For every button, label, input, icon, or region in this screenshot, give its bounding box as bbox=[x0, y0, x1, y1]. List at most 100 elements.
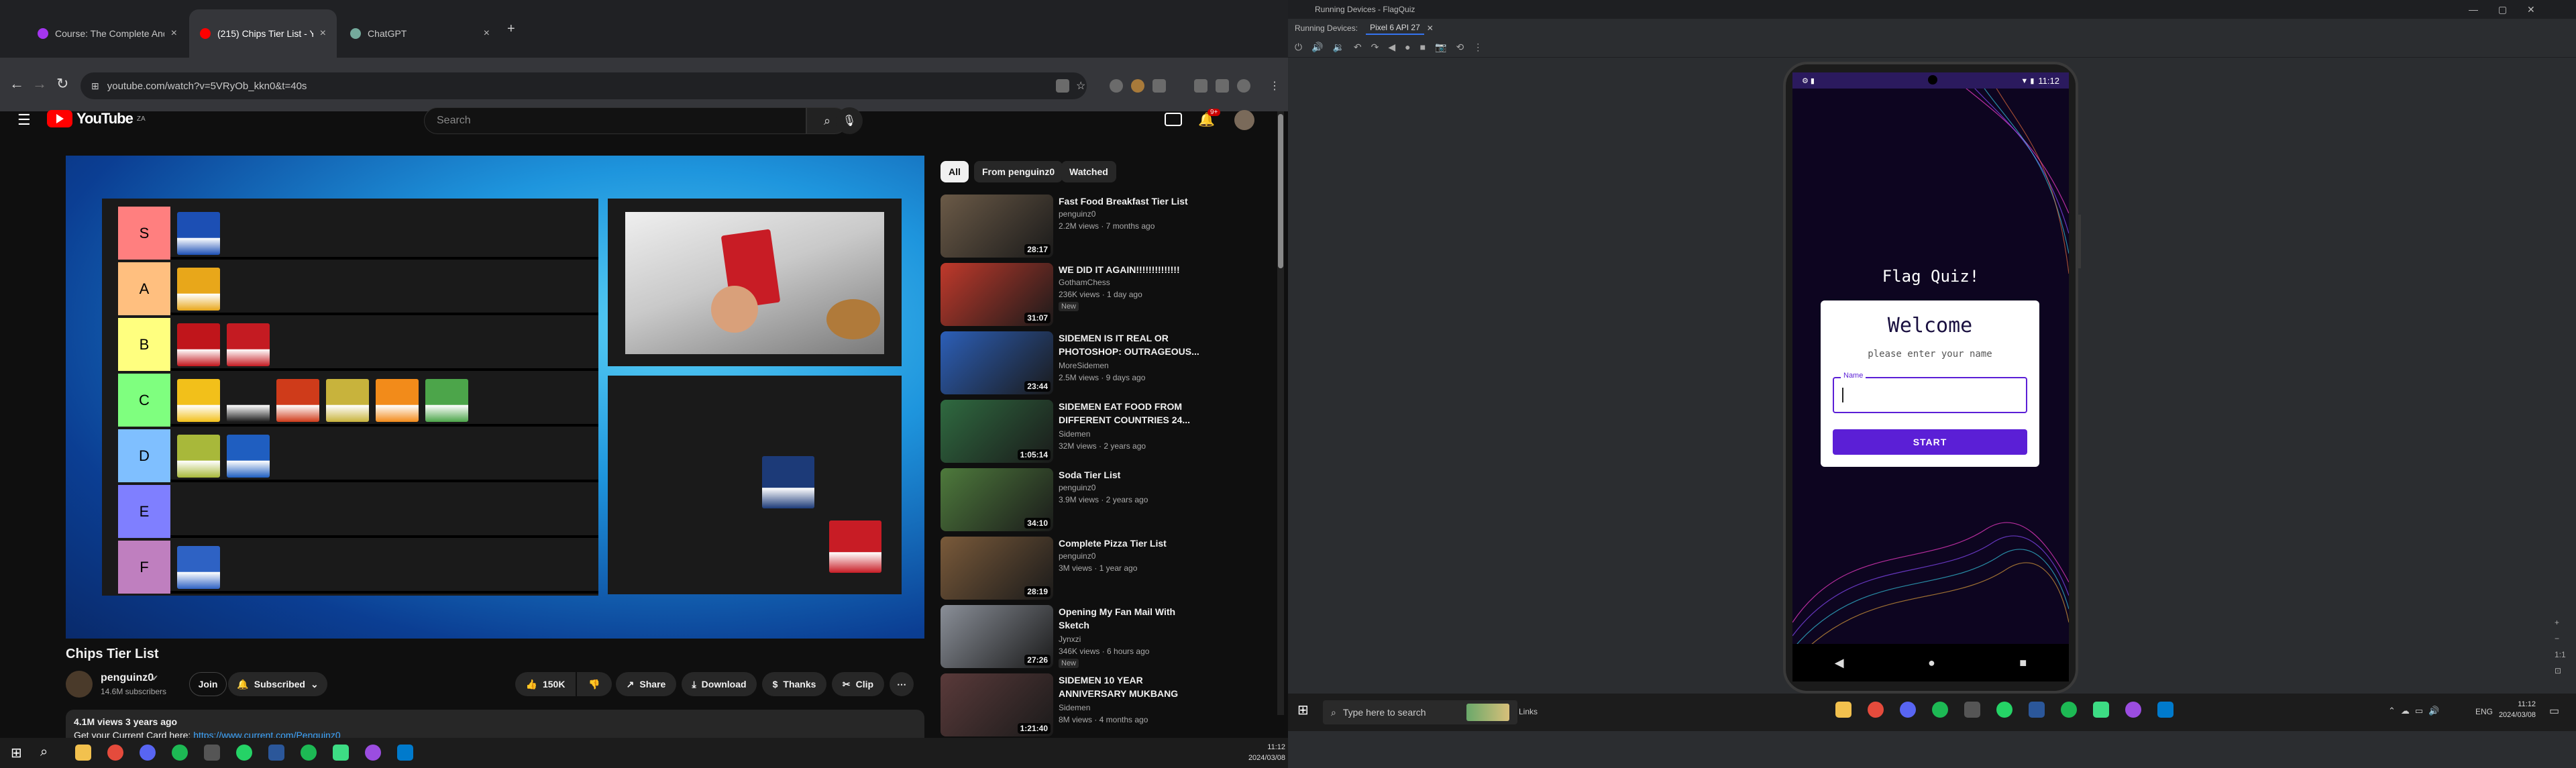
side-panel-icon[interactable] bbox=[1216, 79, 1229, 93]
chip-bag-icon[interactable] bbox=[177, 546, 220, 589]
zoom-controls[interactable]: + −1:1 ⊡ bbox=[2555, 614, 2566, 679]
spotify-icon[interactable] bbox=[301, 745, 317, 761]
url-bar[interactable]: ⊞ youtube.com/watch?v=5VRyOb_kkn0&t=40s bbox=[80, 72, 1087, 99]
word-icon[interactable] bbox=[2029, 702, 2045, 718]
taskbar-search-input[interactable]: ⌕ Type here to search bbox=[1323, 700, 1517, 724]
recommended-video[interactable]: 27:26 Opening My Fan Mail With Sketch Jynx… bbox=[941, 605, 1263, 672]
windows-start-icon[interactable]: ⊞ bbox=[11, 745, 22, 761]
dislike-button[interactable]: 👎 bbox=[577, 672, 612, 696]
chip-bag-icon[interactable] bbox=[177, 268, 220, 311]
profile-avatar-icon[interactable] bbox=[1237, 79, 1250, 93]
video-thumbnail[interactable]: 1:05:14 bbox=[941, 400, 1053, 463]
filter-chip-from-channel[interactable]: From penguinz0 bbox=[974, 161, 1063, 182]
file-explorer-icon[interactable] bbox=[75, 745, 91, 761]
chip-bag-icon[interactable] bbox=[276, 379, 319, 422]
chip-bag-icon[interactable] bbox=[376, 379, 419, 422]
voice-search-mic-icon[interactable]: 🎙 bbox=[836, 107, 863, 134]
app-icon[interactable] bbox=[2125, 702, 2141, 718]
windows-start-icon[interactable]: ⊞ bbox=[1297, 702, 1309, 718]
chrome-icon[interactable] bbox=[1868, 702, 1884, 718]
like-button[interactable]: 👍 150K bbox=[515, 672, 576, 696]
subscribed-button[interactable]: 🔔 Subscribed ⌄ bbox=[228, 672, 327, 696]
emulator-control-icons[interactable]: ⏻🔊🔉↶↷◀●■📷⟲⋮ bbox=[1295, 42, 1492, 53]
clip-button[interactable]: ✂ Clip bbox=[832, 672, 884, 696]
filter-chip-watched[interactable]: Watched bbox=[1061, 161, 1116, 182]
join-button[interactable]: Join bbox=[189, 672, 227, 696]
site-info-icon[interactable]: ⊞ bbox=[91, 80, 99, 92]
whatsapp-icon[interactable] bbox=[236, 745, 252, 761]
chip-bag-icon[interactable] bbox=[762, 456, 814, 508]
bookmark-star-icon[interactable]: ☆ bbox=[1076, 79, 1089, 93]
youtube-search-input[interactable]: Search bbox=[424, 107, 806, 134]
chip-bag-icon[interactable] bbox=[177, 379, 220, 422]
channel-name[interactable]: penguinz0 bbox=[1059, 483, 1095, 492]
recommended-video[interactable]: 28:17 Fast Food Breakfast Tier List pengui… bbox=[941, 195, 1263, 262]
chip-bag-icon[interactable] bbox=[227, 323, 270, 366]
hamburger-menu-icon[interactable]: ☰ bbox=[17, 111, 31, 129]
recommended-video[interactable]: 28:19 Complete Pizza Tier List penguinz0 3M… bbox=[941, 537, 1263, 604]
recommended-video[interactable]: 1:21:40 SIDEMEN 10 YEAR ANNIVERSARY MUKBA… bbox=[941, 673, 1263, 740]
filter-chip-all[interactable]: All bbox=[941, 161, 969, 182]
discord-icon[interactable] bbox=[1900, 702, 1916, 718]
vscode-icon[interactable] bbox=[397, 745, 413, 761]
extension-icon[interactable] bbox=[1131, 79, 1144, 93]
word-icon[interactable] bbox=[268, 745, 284, 761]
tab-youtube[interactable]: (215) Chips Tier List - YouTube × bbox=[189, 9, 337, 58]
user-avatar[interactable] bbox=[1234, 110, 1254, 130]
recommended-video[interactable]: 31:07 WE DID IT AGAIN!!!!!!!!!!!!!! Gotham… bbox=[941, 263, 1263, 330]
channel-name[interactable]: MoreSidemen bbox=[1059, 361, 1109, 370]
chip-bag-icon[interactable] bbox=[326, 379, 369, 422]
channel-name[interactable]: penguinz0 bbox=[1059, 551, 1095, 561]
channel-name[interactable]: Jynxzi bbox=[1059, 635, 1081, 644]
close-tab-icon[interactable]: × bbox=[320, 28, 326, 40]
channel-name[interactable]: Sidemen bbox=[1059, 429, 1090, 439]
scrollbar-thumb[interactable] bbox=[1278, 114, 1283, 268]
app-icon[interactable] bbox=[365, 745, 381, 761]
channel-name[interactable]: GothamChess bbox=[1059, 278, 1110, 287]
chip-bag-icon[interactable] bbox=[177, 323, 220, 366]
tab-chatgpt[interactable]: ChatGPT × bbox=[339, 9, 500, 58]
create-video-icon[interactable] bbox=[1165, 113, 1182, 126]
window-controls[interactable]: — ▢ ✕ bbox=[2469, 4, 2535, 15]
start-button[interactable]: START bbox=[1833, 429, 2027, 455]
channel-name[interactable]: penguinz0 bbox=[101, 672, 154, 684]
chip-bag-icon[interactable] bbox=[177, 212, 220, 255]
browser-menu-icon[interactable]: ⋮ bbox=[1269, 79, 1280, 93]
home-circle-icon[interactable]: ● bbox=[1928, 656, 1935, 670]
recommended-video[interactable]: 23:44 SIDEMEN IS IT REAL OR PHOTOSHOP: OU… bbox=[941, 331, 1263, 398]
install-app-icon[interactable] bbox=[1056, 79, 1069, 93]
video-thumbnail[interactable]: 31:07 bbox=[941, 263, 1053, 326]
channel-name[interactable]: Sidemen bbox=[1059, 703, 1090, 712]
notification-center-icon[interactable]: ▭ bbox=[2549, 704, 2559, 718]
file-explorer-icon[interactable] bbox=[1835, 702, 1851, 718]
download-button[interactable]: ⤓ Download bbox=[682, 672, 757, 696]
video-thumbnail[interactable]: 1:21:40 bbox=[941, 673, 1053, 736]
share-button[interactable]: ↗ Share bbox=[616, 672, 676, 696]
thanks-button[interactable]: $ Thanks bbox=[762, 672, 826, 696]
vscode-icon[interactable] bbox=[2157, 702, 2174, 718]
video-thumbnail[interactable]: 27:26 bbox=[941, 605, 1053, 668]
whatsapp-icon[interactable] bbox=[1996, 702, 2012, 718]
chip-bag-icon[interactable] bbox=[227, 435, 270, 478]
recents-square-icon[interactable]: ■ bbox=[2019, 656, 2027, 670]
android-studio-icon[interactable] bbox=[2093, 702, 2109, 718]
close-tab-icon[interactable]: × bbox=[484, 28, 490, 40]
spotify-icon[interactable] bbox=[2061, 702, 2077, 718]
recommended-video[interactable]: 1:05:14 SIDEMEN EAT FOOD FROM DIFFERENT C… bbox=[941, 400, 1263, 467]
tab-udemy-course[interactable]: Course: The Complete Android × bbox=[27, 9, 188, 58]
android-studio-icon[interactable] bbox=[333, 745, 349, 761]
video-thumbnail[interactable]: 28:19 bbox=[941, 537, 1053, 600]
youtube-logo[interactable]: YouTube ZA bbox=[47, 110, 146, 127]
chip-bag-icon[interactable] bbox=[425, 379, 468, 422]
chrome-icon[interactable] bbox=[107, 745, 123, 761]
channel-name[interactable]: penguinz0 bbox=[1059, 209, 1095, 219]
language-indicator[interactable]: ENG bbox=[2475, 707, 2493, 716]
chip-bag-icon[interactable] bbox=[177, 435, 220, 478]
search-icon[interactable]: ⌕ bbox=[40, 745, 48, 760]
new-tab-button[interactable]: + bbox=[507, 21, 515, 37]
more-actions-button[interactable]: ⋯ bbox=[890, 672, 914, 696]
chip-bag-icon[interactable] bbox=[227, 379, 270, 422]
back-triangle-icon[interactable]: ◀ bbox=[1835, 656, 1844, 670]
media-control-icon[interactable] bbox=[1194, 79, 1208, 93]
app-icon[interactable] bbox=[1964, 702, 1980, 718]
